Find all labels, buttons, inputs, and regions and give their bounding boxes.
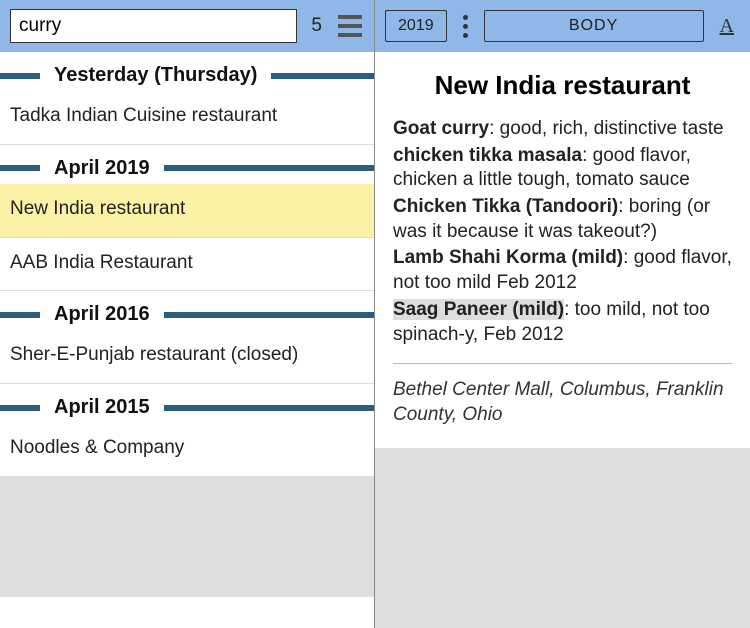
dish-name: Lamb Shahi Korma (mild) bbox=[393, 247, 623, 268]
note-content: Goat curry: good, rich, distinctive tast… bbox=[393, 117, 732, 347]
divider-bar bbox=[164, 312, 374, 318]
dish-name: Chicken Tikka (Tandoori) bbox=[393, 196, 618, 217]
section-label: April 2016 bbox=[54, 303, 150, 326]
section-label: April 2015 bbox=[54, 396, 150, 419]
divider-bar bbox=[164, 165, 374, 171]
note-title: New India restaurant bbox=[393, 70, 732, 101]
section-header: April 2016 bbox=[0, 291, 374, 330]
list-pane: 5 Yesterday (Thursday) Tadka Indian Cuisi… bbox=[0, 0, 375, 628]
note-list: Yesterday (Thursday) Tadka Indian Cuisine… bbox=[0, 52, 374, 628]
list-item[interactable]: Tadka Indian Cuisine restaurant bbox=[0, 91, 374, 145]
separator bbox=[393, 363, 732, 364]
mode-button[interactable]: BODY bbox=[484, 10, 704, 42]
section-label: Yesterday (Thursday) bbox=[54, 64, 257, 87]
font-icon[interactable]: A bbox=[714, 15, 740, 38]
dish-line: Chicken Tikka (Tandoori): boring (or was… bbox=[393, 195, 732, 244]
note-pane: 2019 BODY A New India restaurant Goat cu… bbox=[375, 0, 750, 628]
result-count: 5 bbox=[307, 15, 326, 37]
list-item[interactable]: New India restaurant bbox=[0, 184, 374, 238]
menu-icon[interactable] bbox=[336, 15, 364, 37]
section-header: Yesterday (Thursday) bbox=[0, 52, 374, 91]
section-header: April 2015 bbox=[0, 384, 374, 423]
section-label: April 2019 bbox=[54, 157, 150, 180]
year-button[interactable]: 2019 bbox=[385, 10, 447, 42]
list-item[interactable]: AAB India Restaurant bbox=[0, 238, 374, 292]
note-location: Bethel Center Mall, Columbus, Franklin C… bbox=[393, 378, 732, 427]
note-body: New India restaurant Goat curry: good, r… bbox=[375, 52, 750, 428]
dish-line: chicken tikka masala: good flavor, chick… bbox=[393, 144, 732, 193]
dish-line: Lamb Shahi Korma (mild): good flavor, no… bbox=[393, 246, 732, 295]
divider-bar bbox=[0, 405, 40, 411]
search-input[interactable] bbox=[10, 9, 297, 43]
empty-area bbox=[375, 448, 750, 628]
more-icon[interactable] bbox=[457, 15, 474, 38]
empty-area bbox=[0, 477, 374, 597]
divider-bar bbox=[0, 73, 40, 79]
dish-name: Goat curry bbox=[393, 118, 489, 139]
divider-bar bbox=[0, 165, 40, 171]
left-toolbar: 5 bbox=[0, 0, 374, 52]
dish-desc: : good, rich, distinctive taste bbox=[489, 118, 723, 139]
right-toolbar: 2019 BODY A bbox=[375, 0, 750, 52]
divider-bar bbox=[164, 405, 374, 411]
list-item[interactable]: Noodles & Company bbox=[0, 423, 374, 477]
list-item[interactable]: Sher-E-Punjab restaurant (closed) bbox=[0, 330, 374, 384]
divider-bar bbox=[271, 73, 374, 79]
dish-name: Saag Paneer (mild) bbox=[393, 299, 564, 320]
dish-line: Saag Paneer (mild): too mild, not too sp… bbox=[393, 298, 732, 347]
dish-name: chicken tikka masala bbox=[393, 145, 582, 166]
section-header: April 2019 bbox=[0, 145, 374, 184]
dish-line: Goat curry: good, rich, distinctive tast… bbox=[393, 117, 732, 142]
divider-bar bbox=[0, 312, 40, 318]
